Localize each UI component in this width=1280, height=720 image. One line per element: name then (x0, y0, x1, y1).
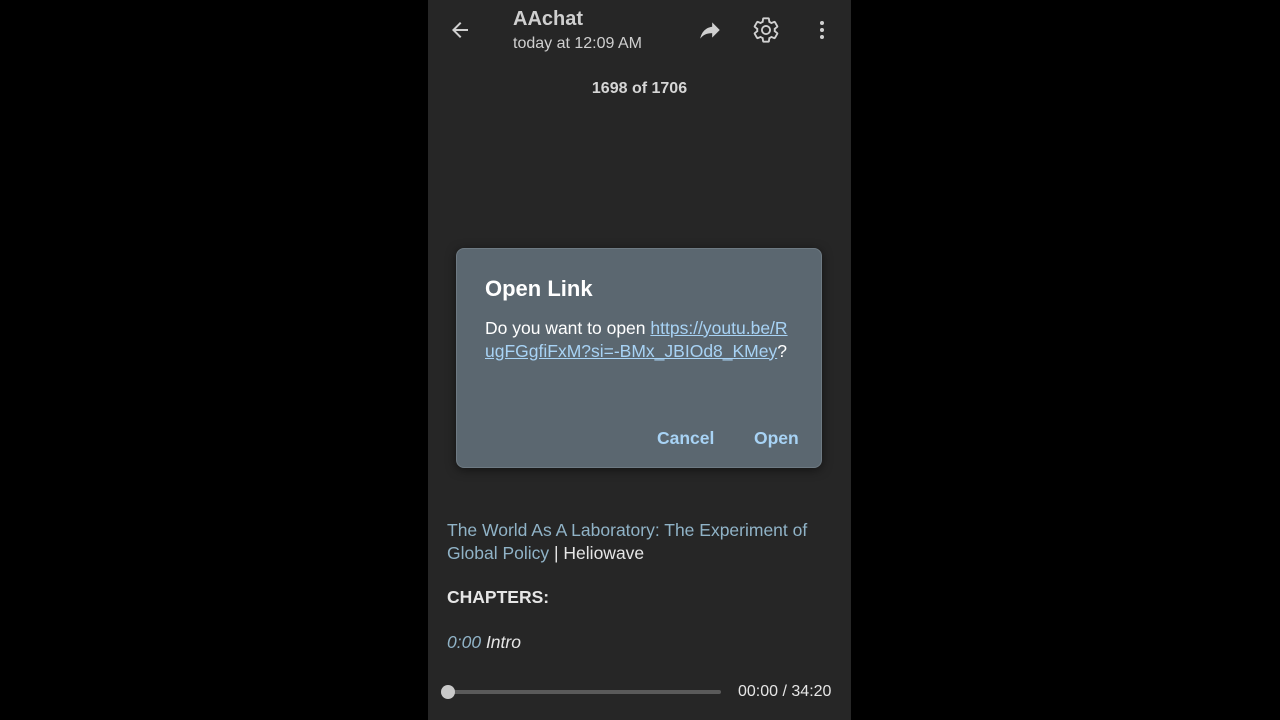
cancel-button[interactable]: Cancel (657, 427, 714, 449)
open-button[interactable]: Open (754, 427, 799, 449)
dialog-message: Do you want to open https://youtu.be/Rug… (485, 317, 795, 362)
dialog-title: Open Link (485, 276, 593, 301)
open-link-dialog: Open Link Do you want to open https://yo… (456, 248, 822, 468)
viewer-screen: AAchat today at 12:09 AM 1698 of 1706 Th… (428, 0, 851, 720)
dialog-message-prefix: Do you want to open (485, 318, 651, 338)
dialog-message-suffix: ? (777, 340, 787, 361)
